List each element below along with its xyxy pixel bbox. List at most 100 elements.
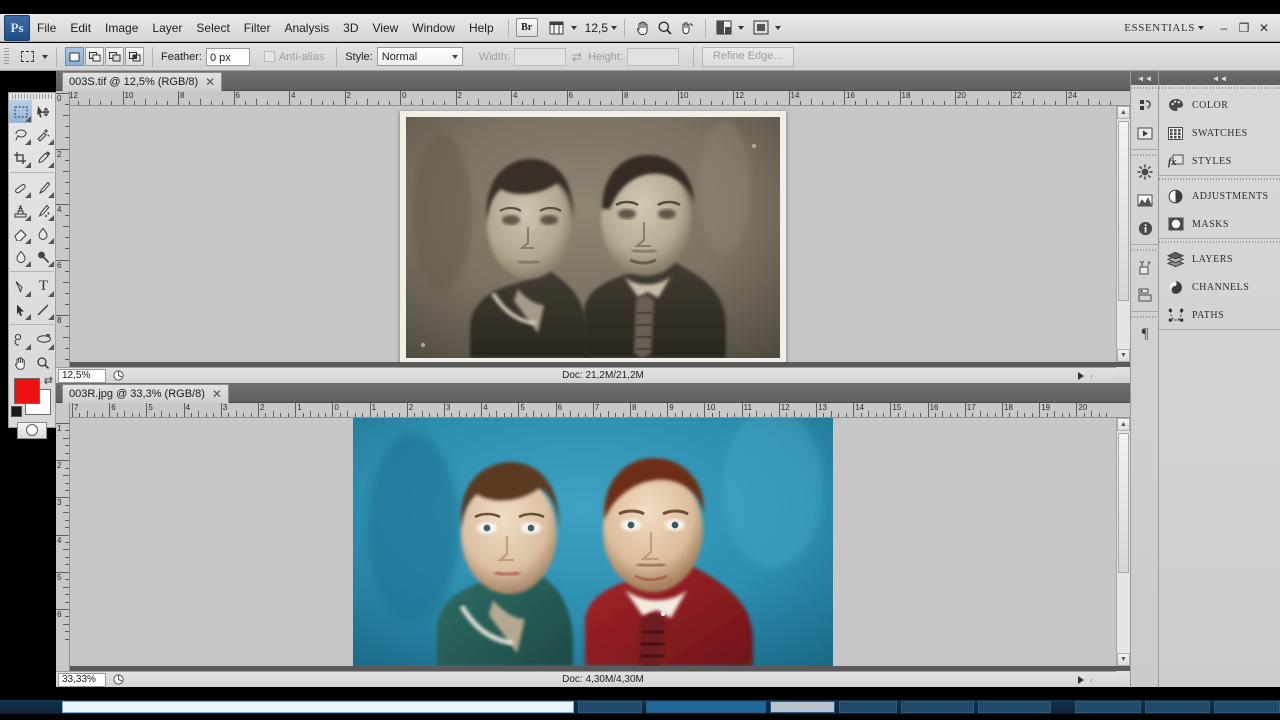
screen-mode-chevron-down-icon[interactable] (738, 25, 745, 30)
tools-panel-grip[interactable] (12, 94, 52, 99)
tool-preset-picker[interactable] (15, 47, 39, 67)
vertical-scroll-thumb-1[interactable] (1118, 121, 1129, 301)
horizontal-ruler-1[interactable]: 12108642024681012141618202224 (70, 91, 1130, 106)
resize-grip-1[interactable] (1116, 367, 1130, 383)
document-tab-close-icon-1[interactable]: ✕ (205, 75, 215, 89)
feather-input[interactable]: 0 px (205, 47, 250, 66)
quick-mask-toggle[interactable] (9, 418, 55, 442)
new-selection-button[interactable] (65, 47, 84, 66)
zoom-level-input-2[interactable]: 33,33% (58, 672, 106, 687)
actions-icon[interactable] (1131, 119, 1159, 147)
height-input[interactable] (626, 47, 679, 66)
panel-paths[interactable]: PATHS (1159, 301, 1280, 329)
photoshop-logo-icon[interactable]: Ps (4, 14, 30, 41)
history-brush-tool[interactable] (32, 199, 55, 222)
zoom-level-value[interactable]: 12,5 (577, 21, 608, 35)
menu-filter[interactable]: Filter (237, 17, 278, 39)
taskbar-item-8[interactable] (1144, 701, 1211, 713)
image-003s-tif[interactable] (400, 111, 786, 362)
dodge-tool[interactable] (32, 245, 55, 268)
tool-preset-chevron-down-icon[interactable] (42, 54, 48, 59)
resize-grip-2[interactable] (1116, 671, 1130, 687)
scroll-up-arrow-icon-1[interactable]: ▲ (1117, 106, 1130, 119)
taskbar-item-7[interactable] (1075, 701, 1141, 713)
scroll-up-arrow-icon-2[interactable]: ▲ (1117, 418, 1130, 431)
paragraph-icon[interactable]: ¶ (1131, 320, 1159, 348)
launch-bridge-icon[interactable]: Br (515, 18, 538, 37)
3d-rotate-tool[interactable] (9, 328, 32, 351)
arrange-documents-icon[interactable] (750, 18, 772, 38)
line-tool[interactable] (32, 298, 55, 321)
path-selection-tool[interactable] (9, 298, 32, 321)
taskbar-item-1[interactable] (578, 701, 642, 713)
subtract-from-selection-button[interactable] (105, 47, 124, 66)
document-thumbnail-icon-2[interactable] (108, 674, 128, 685)
vertical-scrollbar-2[interactable]: ▲ ▼ (1116, 418, 1130, 666)
vertical-ruler-2[interactable]: 1 2 3 4 5 6 (56, 403, 70, 687)
blur-tool[interactable] (9, 245, 32, 268)
image-003r-jpg[interactable] (353, 418, 833, 666)
menu-select[interactable]: Select (189, 17, 236, 39)
status-menu-arrow-icon-1[interactable] (1078, 371, 1084, 380)
move-tool[interactable] (32, 100, 55, 123)
screen-mode-icon[interactable] (713, 18, 735, 38)
options-bar-grip[interactable] (4, 47, 9, 66)
panel-styles[interactable]: fx STYLES (1159, 147, 1280, 175)
menu-file[interactable]: File (30, 17, 63, 39)
taskbar-search-box[interactable] (62, 701, 575, 713)
lasso-tool[interactable] (9, 123, 32, 146)
taskbar-item-4[interactable] (839, 701, 898, 713)
foreground-color-swatch[interactable] (14, 378, 40, 404)
view-extras-icon[interactable] (546, 18, 568, 38)
canvas-2[interactable] (70, 418, 1116, 666)
menu-analysis[interactable]: Analysis (277, 17, 336, 39)
zoom-icon[interactable] (654, 18, 676, 38)
width-input[interactable] (513, 47, 566, 66)
adjustments-quick-icon[interactable] (1131, 158, 1159, 186)
document-tab-003r[interactable]: 003R.jpg @ 33,3% (RGB/8) ✕ (62, 384, 229, 403)
workspace-chevron-down-icon[interactable] (1198, 25, 1204, 30)
info-icon[interactable] (1131, 214, 1159, 242)
clone-stamp-tool[interactable] (9, 199, 32, 222)
taskbar-item-6[interactable] (978, 701, 1052, 713)
history-icon[interactable] (1131, 91, 1159, 119)
brush-tool[interactable] (32, 176, 55, 199)
horizontal-ruler-2[interactable]: 7 6 5 4 3 2 1 0 1 2 3 4 5 6 7 8 9 10 11 12 13 14 15 16 17 18 19 20 (70, 403, 1130, 418)
3d-orbit-tool[interactable] (32, 328, 55, 351)
histogram-icon[interactable] (1131, 186, 1159, 214)
canvas-1[interactable] (70, 106, 1116, 362)
quick-selection-tool[interactable] (32, 123, 55, 146)
rectangular-marquee-tool[interactable] (9, 100, 32, 123)
taskbar-item-9[interactable] (1214, 701, 1280, 713)
close-button[interactable]: ✕ (1254, 18, 1274, 38)
workspace-switcher[interactable]: ESSENTIALS (1124, 22, 1195, 34)
scroll-down-arrow-icon-2[interactable]: ▼ (1117, 653, 1130, 666)
eraser-tool[interactable] (9, 222, 32, 245)
menu-image[interactable]: Image (98, 17, 145, 39)
vertical-scroll-thumb-2[interactable] (1118, 433, 1129, 573)
restore-button[interactable]: ❐ (1234, 18, 1254, 38)
zoom-tool[interactable] (32, 351, 55, 374)
vertical-ruler-1[interactable]: 0 2 4 6 8 (56, 91, 70, 383)
panel-color[interactable]: COLOR (1159, 91, 1280, 119)
menu-window[interactable]: Window (405, 17, 462, 39)
arrange-documents-chevron-down-icon[interactable] (775, 25, 782, 30)
taskbar-item-3[interactable] (769, 701, 836, 713)
horizontal-type-tool[interactable]: T (32, 275, 55, 298)
dock-collapse-button-right[interactable]: ◄◄ (1159, 71, 1280, 85)
layer-comps-icon[interactable] (1131, 281, 1159, 309)
intersect-with-selection-button[interactable] (125, 47, 144, 66)
menu-help[interactable]: Help (462, 17, 501, 39)
spot-healing-brush-tool[interactable] (9, 176, 32, 199)
anti-alias-checkbox[interactable] (263, 51, 275, 62)
document-thumbnail-icon-1[interactable] (108, 370, 128, 381)
zoom-level-input-1[interactable]: 12,5% (58, 368, 106, 383)
minimize-button[interactable]: – (1214, 18, 1234, 38)
rotate-view-icon[interactable] (676, 18, 698, 38)
crop-tool[interactable] (9, 146, 32, 169)
vertical-scrollbar-1[interactable]: ▲ ▼ (1116, 106, 1130, 362)
gradient-tool[interactable] (32, 222, 55, 245)
menu-view[interactable]: View (365, 17, 405, 39)
panel-channels[interactable]: CHANNELS (1159, 273, 1280, 301)
dock-collapse-button-left[interactable]: ◄◄ (1131, 71, 1158, 85)
